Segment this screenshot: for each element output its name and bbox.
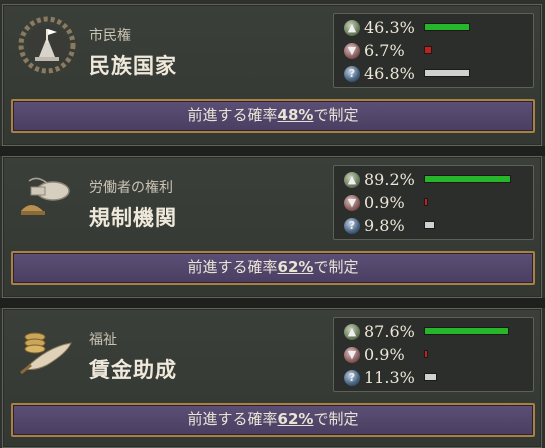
undecided-bar [424, 221, 435, 229]
undecided-value: 46.8% [364, 64, 415, 83]
undecided-bar [424, 69, 470, 77]
card-divider [0, 146, 545, 156]
support-bar [424, 327, 509, 335]
support-bar [424, 175, 511, 183]
enact-chance: 62% [277, 410, 314, 428]
oppose-bar [424, 46, 432, 54]
undecided-row: ? 46.8% [344, 64, 534, 84]
undecided-bar [424, 373, 437, 381]
policy-category: 労働者の権利 [89, 180, 173, 196]
enact-suffix: で制定 [313, 410, 359, 428]
enact-prefix: 前進する確率 [187, 106, 278, 124]
enact-button[interactable]: 前進する確率62%で制定 [11, 403, 535, 437]
support-value: 89.2% [364, 170, 415, 189]
oppose-value: 0.9% [364, 345, 405, 364]
support-row: ▲ 89.2% [344, 170, 534, 190]
oppose-row: ▼ 0.9% [344, 193, 534, 213]
enact-chance: 62% [277, 258, 314, 276]
support-row: ▲ 46.3% [344, 18, 534, 38]
support-row: ▲ 87.6% [344, 322, 534, 342]
policy-card-regulatory-body: 労働者の権利 規制機関 ▲ 89.2% ▼ 0.9% ? 9.8% 前進する確率… [2, 156, 542, 298]
oppose-row: ▼ 6.7% [344, 41, 534, 61]
support-bar [424, 23, 470, 31]
undecided-row: ? 9.8% [344, 216, 534, 236]
support-stats-panel: ▲ 89.2% ▼ 0.9% ? 9.8% [333, 165, 534, 240]
enact-prefix: 前進する確率 [187, 410, 278, 428]
policy-name: 賃金助成 [89, 357, 177, 382]
enact-button[interactable]: 前進する確率62%で制定 [11, 251, 535, 285]
thumbs-down-icon: ▼ [344, 347, 360, 363]
card-divider [0, 298, 545, 308]
support-stats-panel: ▲ 87.6% ▼ 0.9% ? 11.3% [333, 317, 534, 392]
oppose-bar [424, 198, 428, 206]
undecided-icon: ? [344, 66, 360, 82]
support-stats-panel: ▲ 46.3% ▼ 6.7% ? 46.8% [333, 13, 534, 88]
policy-name: 民族国家 [89, 53, 177, 78]
support-value: 46.3% [364, 18, 415, 37]
policy-category: 福祉 [89, 332, 117, 348]
undecided-row: ? 11.3% [344, 368, 534, 388]
undecided-value: 11.3% [364, 368, 415, 387]
fortress-chain-icon [17, 15, 77, 75]
enact-button[interactable]: 前進する確率48%で制定 [11, 99, 535, 133]
thumbs-down-icon: ▼ [344, 195, 360, 211]
undecided-icon: ? [344, 370, 360, 386]
coins-bread-icon [17, 319, 77, 379]
whistle-helmet-icon [17, 167, 77, 227]
enact-prefix: 前進する確率 [187, 258, 278, 276]
enact-chance: 48% [277, 106, 314, 124]
undecided-value: 9.8% [364, 216, 405, 235]
thumbs-down-icon: ▼ [344, 43, 360, 59]
oppose-value: 0.9% [364, 193, 405, 212]
policy-name: 規制機関 [89, 205, 177, 230]
oppose-value: 6.7% [364, 41, 405, 60]
thumbs-up-icon: ▲ [344, 324, 360, 340]
thumbs-up-icon: ▲ [344, 20, 360, 36]
policy-card-wage-subsidies: 福祉 賃金助成 ▲ 87.6% ▼ 0.9% ? 11.3% 前進する確率62%… [2, 308, 542, 448]
support-value: 87.6% [364, 322, 415, 341]
oppose-row: ▼ 0.9% [344, 345, 534, 365]
enact-suffix: で制定 [313, 106, 359, 124]
enact-suffix: で制定 [313, 258, 359, 276]
oppose-bar [424, 350, 428, 358]
policy-card-nation-state: 市民権 民族国家 ▲ 46.3% ▼ 6.7% ? 46.8% 前進する確率48… [2, 4, 542, 146]
policy-category: 市民権 [89, 28, 131, 44]
undecided-icon: ? [344, 218, 360, 234]
thumbs-up-icon: ▲ [344, 172, 360, 188]
